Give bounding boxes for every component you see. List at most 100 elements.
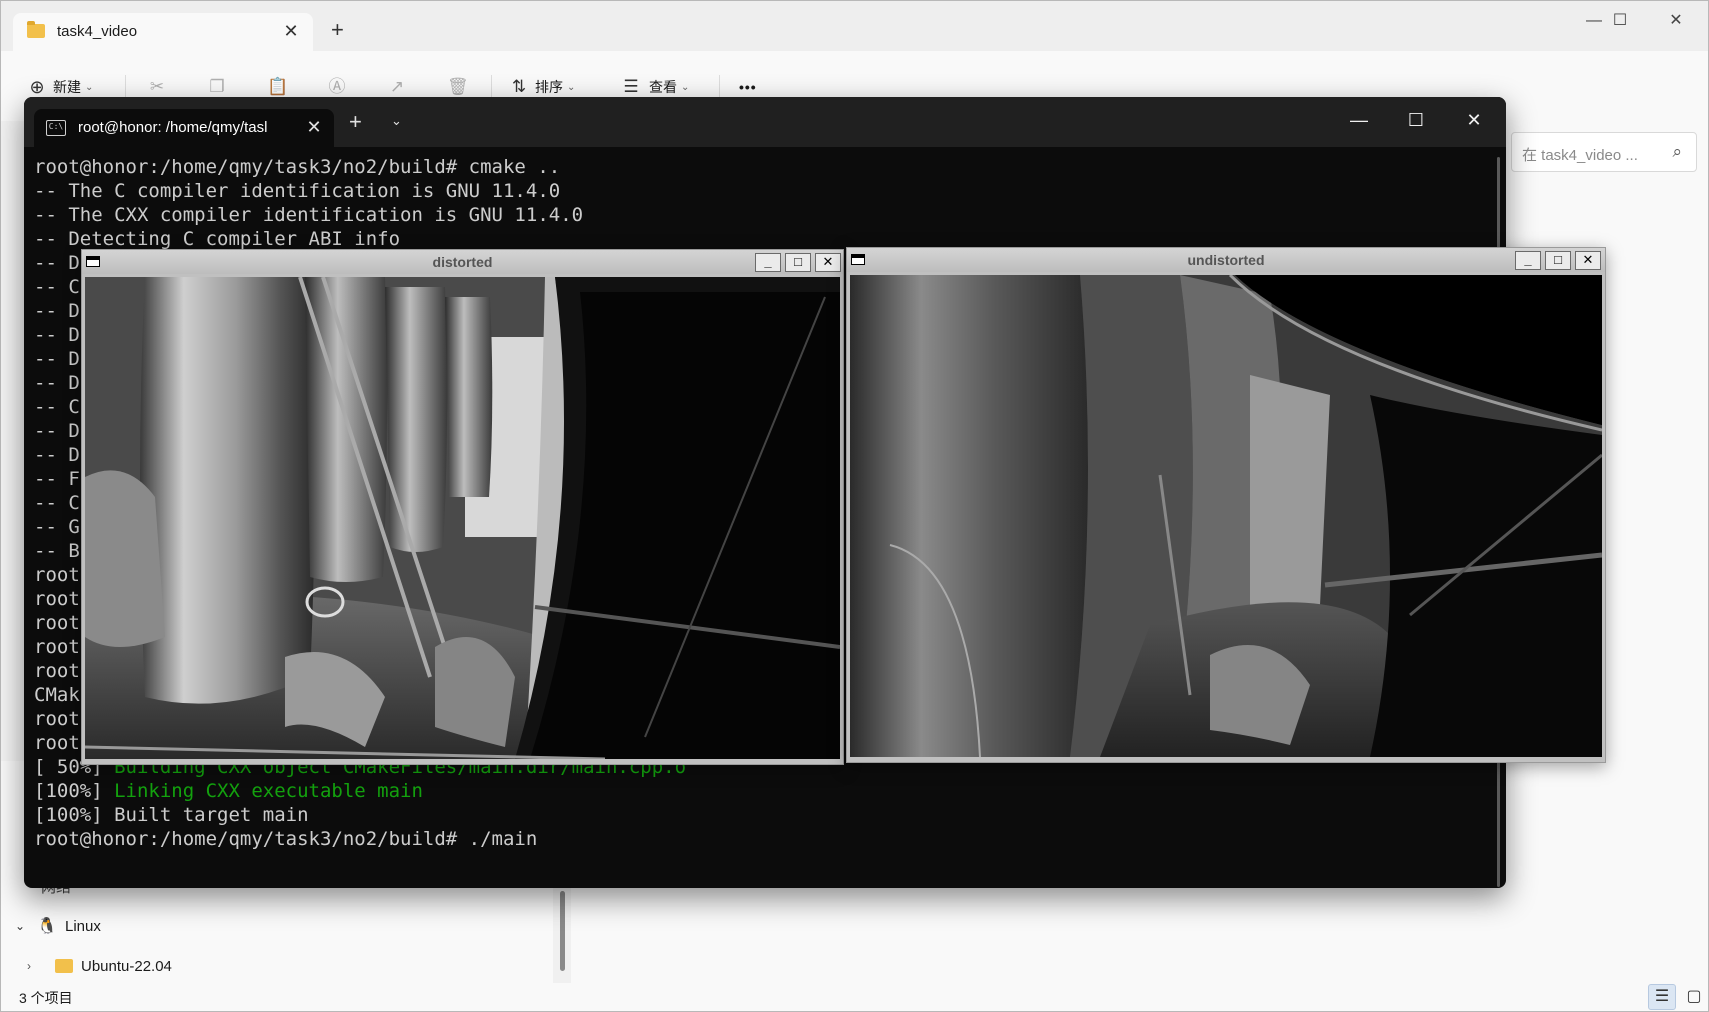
minimize-button[interactable]: _ xyxy=(755,253,781,272)
minimize-button[interactable]: — xyxy=(1334,103,1384,137)
terminal-line-text: root xyxy=(34,660,80,682)
terminal-line-text: -- Detecting C compiler ABI info xyxy=(34,228,401,250)
terminal-line-text: root xyxy=(34,732,80,754)
undistorted-image-render xyxy=(850,275,1602,757)
delete-icon: 🗑 xyxy=(447,77,469,96)
linux-penguin-icon: 🐧 xyxy=(37,918,57,935)
rename-icon: Ⓐ xyxy=(328,77,346,96)
close-button[interactable]: ✕ xyxy=(1653,5,1699,37)
terminal-line-text: root@honor:/home/qmy/task3/no2/build# ./… xyxy=(34,828,538,850)
terminal-line-text: -- G xyxy=(34,516,80,538)
nav-ubuntu-label: Ubuntu-22.04 xyxy=(81,957,172,975)
cut-icon: ✂ xyxy=(149,77,165,96)
terminal-tab[interactable]: C:\ root@honor: /home/qmy/tasl ✕ xyxy=(34,109,334,147)
folder-icon xyxy=(55,959,73,973)
maximize-button[interactable]: ☐ xyxy=(1597,5,1643,37)
terminal-line: root@honor:/home/qmy/task3/no2/build# ./… xyxy=(34,827,1492,851)
folder-icon xyxy=(27,21,45,38)
tiles-view-icon[interactable]: ▢ xyxy=(1681,984,1707,1010)
undistorted-image xyxy=(850,275,1602,757)
sort-icon: ⇅ xyxy=(511,77,527,96)
explorer-tab-label: task4_video xyxy=(57,23,138,40)
search-placeholder: 在 task4_video ... xyxy=(1522,147,1638,164)
chevron-right-icon: › xyxy=(27,959,31,973)
terminal-titlebar: C:\ root@honor: /home/qmy/tasl ✕ + ⌄ — ☐… xyxy=(24,97,1506,147)
new-tab-button[interactable]: + xyxy=(331,19,344,41)
chevron-down-icon[interactable]: ⌄ xyxy=(391,113,402,129)
terminal-line-text: -- D xyxy=(34,324,80,346)
terminal-line-text: -- C xyxy=(34,276,80,298)
distorted-image-window: distorted _ □ ✕ xyxy=(81,249,844,765)
copy-icon: ❐ xyxy=(209,77,225,96)
undistorted-title: undistorted xyxy=(1187,252,1265,268)
chevron-down-icon: ⌄ xyxy=(681,81,690,93)
search-box[interactable]: 在 task4_video ... ⌕ xyxy=(1511,132,1697,172)
distorted-title: distorted xyxy=(432,254,493,270)
scrollbar-thumb[interactable] xyxy=(560,891,565,971)
terminal-line-text: root xyxy=(34,612,80,634)
undistorted-titlebar: undistorted _ □ ✕ xyxy=(847,248,1605,272)
terminal-line-text: root xyxy=(34,564,80,586)
close-button[interactable]: ✕ xyxy=(1449,103,1499,137)
maximize-button[interactable]: ☐ xyxy=(1391,103,1441,137)
terminal-line: -- The C compiler identification is GNU … xyxy=(34,179,1492,203)
navigation-pane-edge xyxy=(1,121,25,761)
terminal-line-text: -- D xyxy=(34,372,80,394)
nav-linux-label: Linux xyxy=(65,917,101,935)
details-view-icon[interactable]: ☰ xyxy=(1648,984,1676,1010)
nav-item-linux[interactable]: ⌄ 🐧 Linux xyxy=(15,911,101,941)
terminal-line-text: root xyxy=(34,636,80,658)
close-tab-icon[interactable]: ✕ xyxy=(279,19,303,43)
terminal-line-text: -- D xyxy=(34,300,80,322)
minimize-button[interactable]: _ xyxy=(1515,251,1541,270)
new-tab-button[interactable]: + xyxy=(349,111,362,133)
terminal-line-text: root xyxy=(34,588,80,610)
terminal-line-text: -- C xyxy=(34,492,80,514)
new-label: 新建 xyxy=(53,79,81,95)
explorer-tab[interactable]: task4_video ✕ xyxy=(13,13,313,51)
terminal-line: [100%] Linking CXX executable main xyxy=(34,779,1492,803)
view-label: 查看 xyxy=(649,79,677,95)
chevron-down-icon: ⌄ xyxy=(567,81,576,93)
paste-icon: 📋 xyxy=(267,77,289,96)
terminal-line-text: -- B xyxy=(34,540,80,562)
terminal-line-text: -- D xyxy=(34,348,80,370)
share-icon: ↗ xyxy=(389,77,405,96)
terminal-line-text: -- F xyxy=(34,468,80,490)
terminal-line: root@honor:/home/qmy/task3/no2/build# cm… xyxy=(34,155,1492,179)
nav-item-ubuntu[interactable]: › Ubuntu-22.04 xyxy=(27,951,172,981)
close-button[interactable]: ✕ xyxy=(815,253,841,272)
chevron-down-icon: ⌄ xyxy=(15,919,26,933)
explorer-titlebar: task4_video ✕ + — ☐ ✕ xyxy=(1,1,1708,51)
close-button[interactable]: ✕ xyxy=(1575,251,1601,270)
terminal-icon: C:\ xyxy=(46,120,66,136)
terminal-line-text: -- The CXX compiler identification is GN… xyxy=(34,204,584,226)
terminal-line: [100%] Built target main xyxy=(34,803,1492,827)
more-icon: ••• xyxy=(739,79,757,95)
distorted-image-render xyxy=(85,277,840,759)
status-item-count: 3 个项目 xyxy=(19,990,73,1006)
terminal-line-text: -- The C compiler identification is GNU … xyxy=(34,180,561,202)
undistorted-image-window: undistorted _ □ ✕ xyxy=(846,247,1606,763)
terminal-line-text: -- D xyxy=(34,444,80,466)
terminal-line-text: root@honor:/home/qmy/task3/no2/build# cm… xyxy=(34,156,561,178)
terminal-line: -- The CXX compiler identification is GN… xyxy=(34,203,1492,227)
distorted-titlebar: distorted _ □ ✕ xyxy=(82,250,843,274)
terminal-line-text: [100%] Built target main xyxy=(34,804,309,826)
terminal-line-text: root xyxy=(34,708,80,730)
plus-circle-icon: ⊕ xyxy=(29,77,45,97)
view-icon: ☰ xyxy=(623,77,639,96)
maximize-button[interactable]: □ xyxy=(1545,251,1571,270)
terminal-line-text: [100%] xyxy=(34,780,115,802)
search-icon: ⌕ xyxy=(1672,142,1682,161)
terminal-tab-label: root@honor: /home/qmy/tasl xyxy=(78,119,268,136)
terminal-line-highlight: Linking CXX executable main xyxy=(114,780,423,802)
maximize-button[interactable]: □ xyxy=(785,253,811,272)
terminal-line-text: -- D xyxy=(34,252,80,274)
terminal-line-text: -- D xyxy=(34,420,80,442)
close-tab-icon[interactable]: ✕ xyxy=(302,115,326,139)
terminal-line-text: CMak xyxy=(34,684,80,706)
chevron-down-icon: ⌄ xyxy=(85,81,94,93)
terminal-line-text: -- C xyxy=(34,396,80,418)
distorted-image xyxy=(85,277,840,759)
